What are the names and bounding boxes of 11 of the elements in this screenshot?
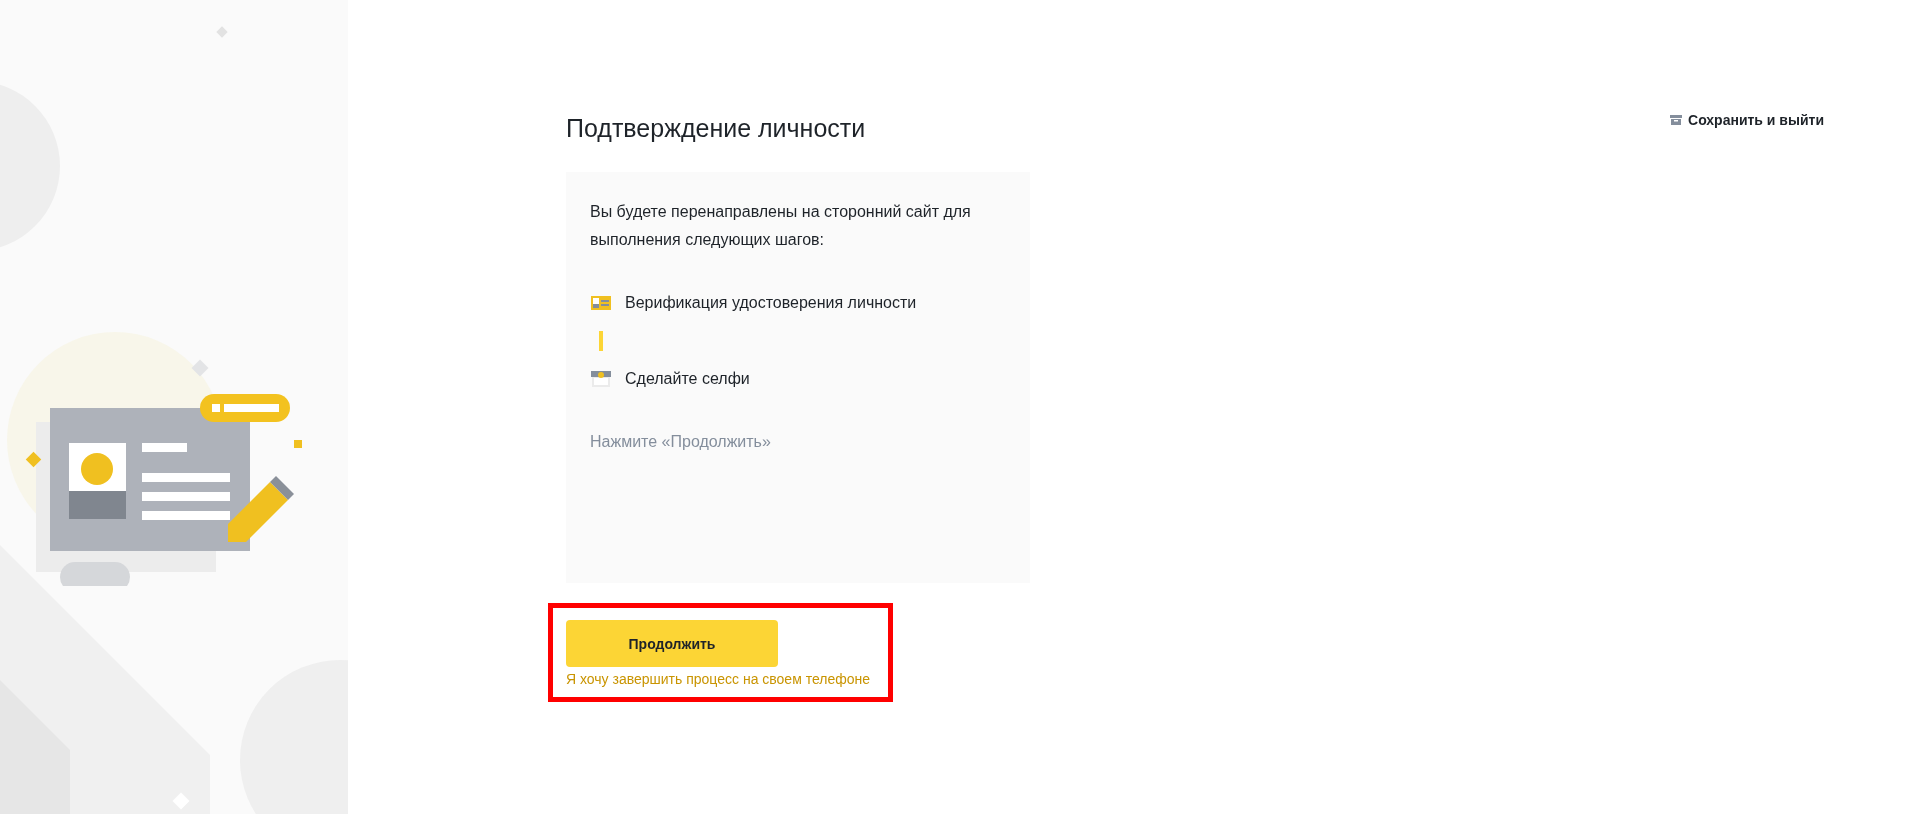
hint-text: Нажмите «Продолжить» — [590, 433, 772, 451]
step-label: Сделайте селфи — [625, 370, 750, 388]
id-card-icon — [591, 295, 611, 311]
step-label: Верификация удостоверения личности — [625, 294, 917, 312]
step-connector — [599, 331, 603, 351]
save-exit-link[interactable]: Сохранить и выйти — [1670, 110, 1824, 130]
continue-button[interactable]: Продолжить — [566, 620, 778, 667]
intro-text: Вы будете перенаправлены на сторонний сайт для выполнения следующих шагов: — [590, 202, 972, 250]
camera-icon — [591, 371, 611, 387]
page-title: Подтверждение личности — [566, 113, 866, 144]
archive-icon — [1670, 115, 1682, 125]
